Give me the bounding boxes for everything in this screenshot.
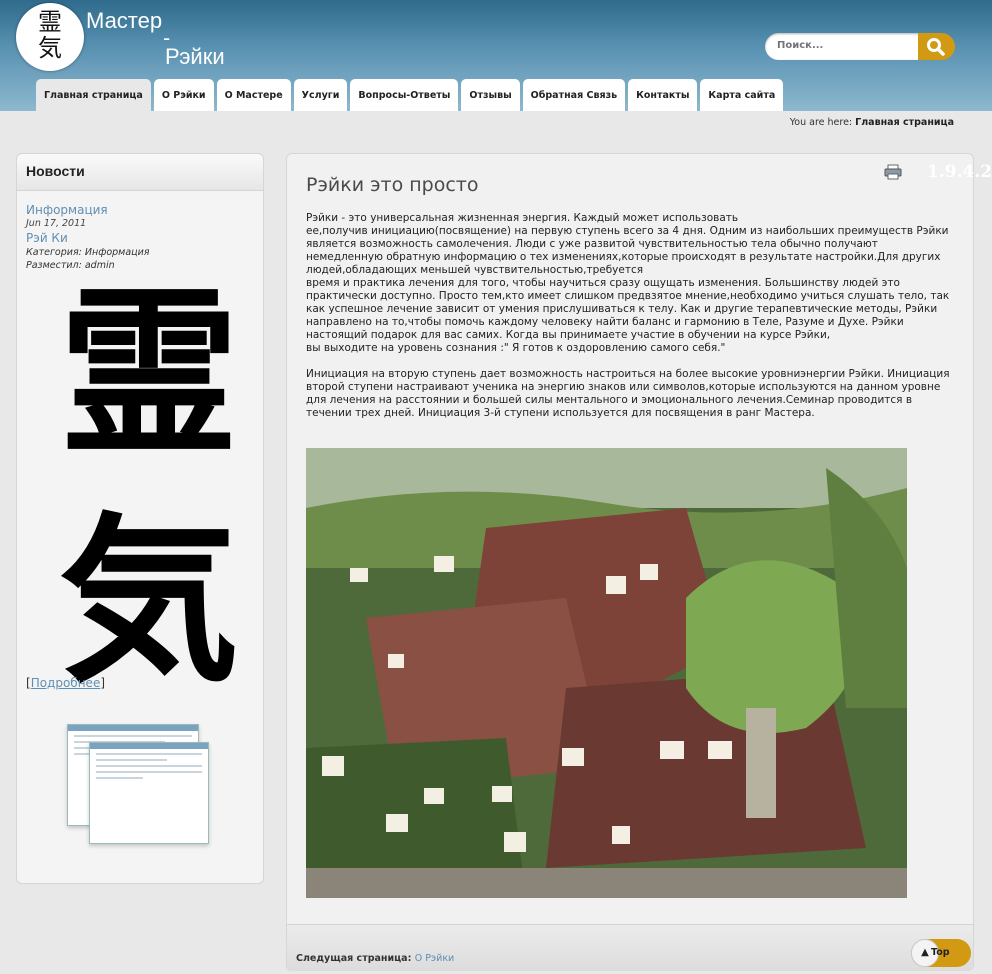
next-page: Следущая страница: О Рэйки bbox=[296, 953, 454, 964]
nav-about-reiki[interactable]: О Рэйки bbox=[153, 79, 214, 111]
back-to-top-button[interactable]: ▲ Top bbox=[911, 939, 971, 967]
article-paragraph-1: Рэйки - это универсальная жизненная энер… bbox=[306, 212, 950, 354]
article-body: Рэйки - это универсальная жизненная энер… bbox=[306, 212, 956, 433]
nav-about-master[interactable]: О Мастере bbox=[216, 79, 291, 111]
nav-sitemap[interactable]: Карта сайта bbox=[700, 79, 784, 111]
sidebar-title: Новости bbox=[26, 163, 85, 179]
kanji-rei: 霊 bbox=[59, 268, 240, 479]
main-content: 1.9.4.2 Рэйки это просто Рэйки - это уни… bbox=[286, 153, 992, 971]
news-sidebar: Новости Информация Jun 17, 2011 Рэй Ки К… bbox=[16, 153, 264, 884]
print-icon[interactable] bbox=[884, 164, 902, 180]
article-paragraph-2: Инициация на вторую ступень дает возможн… bbox=[306, 368, 950, 419]
preview-window-front bbox=[89, 742, 209, 844]
nav-faq[interactable]: Вопросы-Ответы bbox=[350, 79, 459, 111]
search-input[interactable] bbox=[775, 39, 919, 52]
next-page-label: Следущая страница: bbox=[296, 953, 412, 964]
news-item-link[interactable]: Информация bbox=[26, 203, 108, 217]
logo-kanji-ki: 気 bbox=[38, 34, 62, 62]
next-page-link[interactable]: О Рэйки bbox=[415, 953, 455, 964]
nav-feedback[interactable]: Обратная Связь bbox=[522, 79, 626, 111]
pager-footer: Следущая страница: О Рэйки ▲ Top bbox=[287, 924, 973, 971]
search-button[interactable] bbox=[918, 33, 955, 60]
news-item-title[interactable]: Рэй Ки bbox=[26, 231, 68, 245]
nav-reviews[interactable]: Отзывы bbox=[461, 79, 520, 111]
sidebar-header: Новости bbox=[17, 154, 263, 191]
site-logo[interactable]: 霊 気 bbox=[16, 3, 84, 71]
back-to-top-label: Top bbox=[931, 947, 950, 958]
garden-photo bbox=[306, 448, 907, 898]
main-nav: Главная страница О Рэйки О Мастере Услуг… bbox=[36, 79, 786, 111]
article-title: Рэйки это просто bbox=[306, 174, 479, 196]
nav-contacts[interactable]: Контакты bbox=[628, 79, 698, 111]
search-icon bbox=[927, 38, 945, 56]
search-field[interactable] bbox=[765, 33, 921, 60]
nav-home[interactable]: Главная страница bbox=[36, 79, 151, 111]
news-item-category: Категория: Информация bbox=[26, 247, 150, 258]
read-more-link[interactable]: Подробнее bbox=[31, 676, 101, 690]
breadcrumb-prefix: You are here: bbox=[789, 117, 853, 128]
breadcrumb: You are here: Главная страница bbox=[790, 117, 954, 128]
reiki-kanji-image: 霊 気 bbox=[59, 268, 240, 707]
breadcrumb-current: Главная страница bbox=[855, 117, 954, 128]
read-more-close: ] bbox=[100, 676, 106, 690]
version-label: 1.9.4.2 bbox=[927, 162, 992, 182]
nav-services[interactable]: Услуги bbox=[293, 79, 348, 111]
news-item-date: Jun 17, 2011 bbox=[26, 218, 87, 229]
template-preview-image bbox=[67, 724, 217, 864]
site-title-line1[interactable]: Мастер bbox=[86, 8, 162, 34]
site-title-line2[interactable]: Рэйки bbox=[165, 44, 225, 70]
site-header: 霊 気 Мастер - Рэйки Главная страница О Рэ… bbox=[0, 0, 992, 111]
logo-kanji-rei: 霊 bbox=[38, 8, 62, 36]
read-more: [Подробнее] bbox=[26, 676, 105, 690]
kanji-ki: 気 bbox=[59, 496, 240, 707]
